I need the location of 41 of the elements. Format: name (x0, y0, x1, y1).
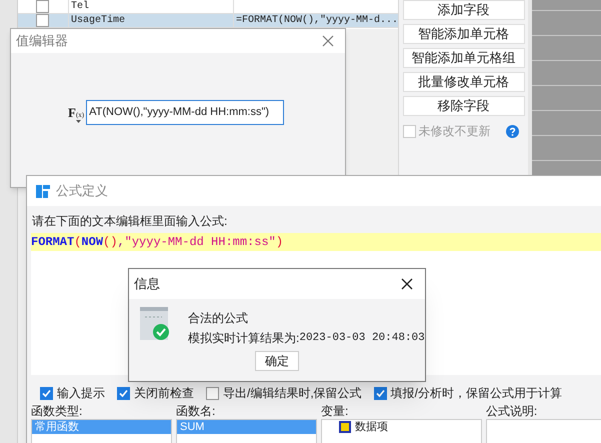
caret-icon[interactable] (76, 120, 81, 122)
result-label: 模拟实时计算结果为: (188, 330, 300, 347)
close-icon[interactable] (401, 278, 413, 290)
checkbox[interactable] (117, 386, 130, 400)
list-box[interactable]: 数据项 (321, 419, 482, 443)
checkbox[interactable] (36, 14, 50, 27)
dialog-title: 公式定义 (56, 182, 108, 200)
checkbox-label: 关闭前检查 (134, 385, 194, 402)
checkbox-label: 输入提示 (57, 385, 105, 402)
checkbox-label: 导出/编辑结果时,保留公式 (223, 385, 362, 402)
checkbox[interactable] (374, 386, 387, 400)
table-cell: Tel (68, 0, 233, 13)
side-button[interactable]: 智能添加单元格 (402, 24, 524, 44)
panel-label: 函数类型: (31, 404, 84, 418)
checkbox-label: 未修改不更新 (418, 123, 490, 140)
panel-label: 函数名: (176, 404, 216, 418)
side-button[interactable]: 添加字段 (402, 0, 524, 20)
side-button[interactable]: 移除字段 (402, 96, 524, 116)
ok-button[interactable]: 确定 (255, 351, 299, 371)
logo-icon (35, 183, 51, 199)
prompt-text: 请在下面的文本编辑框里面输入公式: (32, 213, 228, 230)
table-row[interactable]: Tel (18, 0, 398, 14)
list-item[interactable]: 数据项 (322, 420, 481, 434)
checkbox[interactable] (36, 0, 50, 13)
table-row[interactable]: UsageTime =FORMAT(NOW(),"yyyy-MM-d... (18, 14, 398, 28)
checkbox[interactable] (40, 386, 53, 400)
dialog-title: 信息 (134, 275, 160, 294)
panel-label: 公式说明: (486, 404, 538, 418)
result-value: 2023-03-03 20:48:03 (299, 330, 425, 346)
panel-label: 变量: (321, 404, 350, 418)
success-icon (140, 307, 170, 341)
table-icon (339, 421, 351, 433)
message-text: 合法的公式 (188, 310, 249, 327)
table-cell: UsageTime (68, 14, 233, 27)
checkbox-label: 填报/分析时，保留公式用于计算 (390, 385, 562, 402)
formula-input-field[interactable]: AT(NOW(),"yyyy-MM-dd HH:mm:ss") (86, 100, 284, 125)
side-button[interactable]: 批量修改单元格 (402, 72, 524, 92)
dialog-title: 值编辑器 (16, 32, 68, 50)
side-button[interactable]: 智能添加单元格组 (402, 48, 524, 68)
help-icon[interactable] (506, 124, 518, 138)
checkbox[interactable] (206, 386, 219, 400)
